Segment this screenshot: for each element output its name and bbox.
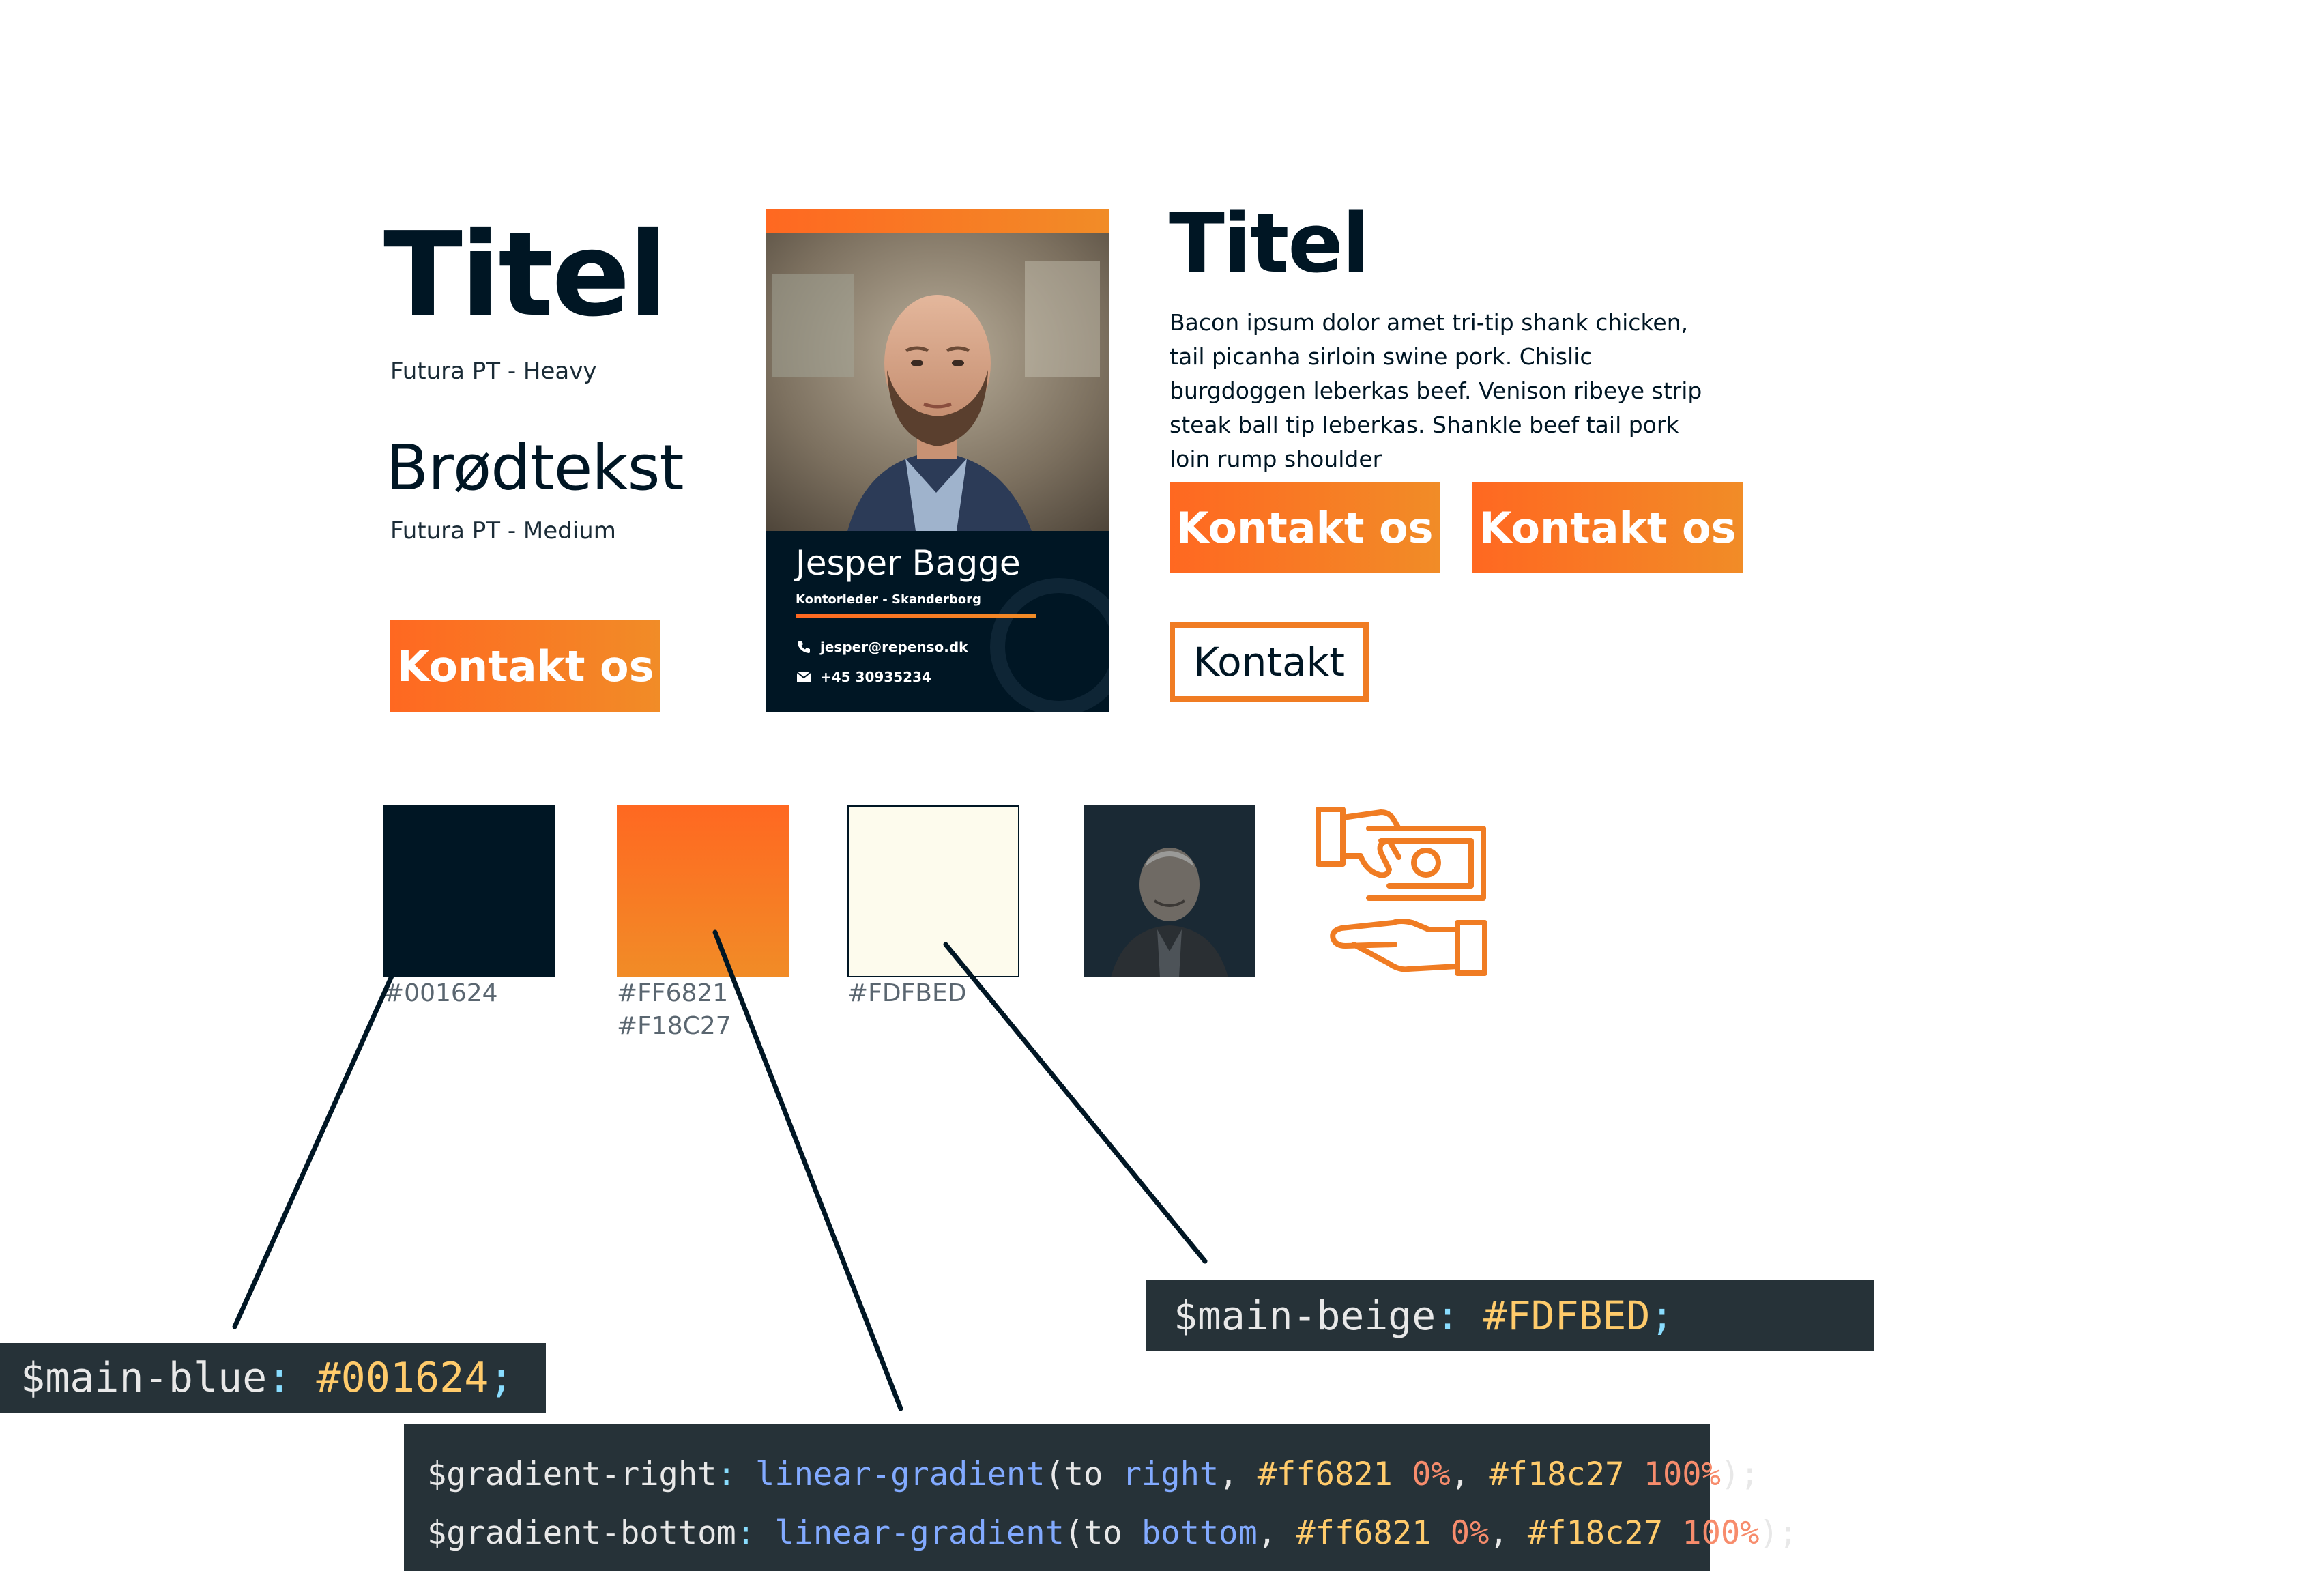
code-value: #FDFBED [1483,1293,1651,1339]
code-var: $main-beige [1174,1293,1436,1339]
code-direction: bottom [1141,1514,1258,1552]
code-stop-1: 0% [1412,1456,1451,1493]
code-stop-2: 100% [1643,1456,1721,1493]
code-stop-2: 100% [1682,1514,1760,1552]
code-colon: : [716,1456,736,1493]
code-color-2: #f18c27 [1527,1514,1663,1552]
code-comma: , [1219,1456,1258,1493]
code-close: ); [1720,1456,1760,1493]
code-line-gradient-bottom: $gradient-bottom: linear-gradient(to bot… [427,1504,1798,1563]
code-var: $gradient-bottom [427,1514,736,1552]
code-comma: , [1450,1456,1490,1493]
code-open: (to [1045,1456,1122,1493]
code-main-blue: $main-blue: #001624; [0,1343,546,1413]
code-colon: : [1436,1293,1460,1339]
code-main-beige: $main-beige: #FDFBED; [1146,1280,1874,1351]
code-var: $gradient-right [427,1456,717,1493]
code-open: (to [1064,1514,1142,1552]
code-function: linear-gradient [755,1456,1045,1493]
code-value: #001624 [316,1354,489,1402]
code-color-2: #f18c27 [1489,1456,1625,1493]
code-gradients: $gradient-right: linear-gradient(to righ… [404,1424,1798,1571]
code-semicolon: ; [1650,1293,1674,1339]
code-var: $main-blue [20,1354,267,1402]
code-function: linear-gradient [774,1514,1064,1552]
code-semicolon: ; [489,1354,514,1402]
code-direction: right [1122,1456,1219,1493]
code-stop-1: 0% [1450,1514,1490,1552]
code-color-1: #ff6821 [1257,1456,1393,1493]
code-color-1: #ff6821 [1296,1514,1432,1552]
code-comma: , [1489,1514,1528,1552]
code-comma: , [1257,1514,1296,1552]
code-close: ); [1759,1514,1799,1552]
code-line-gradient-right: $gradient-right: linear-gradient(to righ… [427,1445,1759,1504]
code-colon: : [267,1354,292,1402]
code-colon: : [736,1514,756,1552]
